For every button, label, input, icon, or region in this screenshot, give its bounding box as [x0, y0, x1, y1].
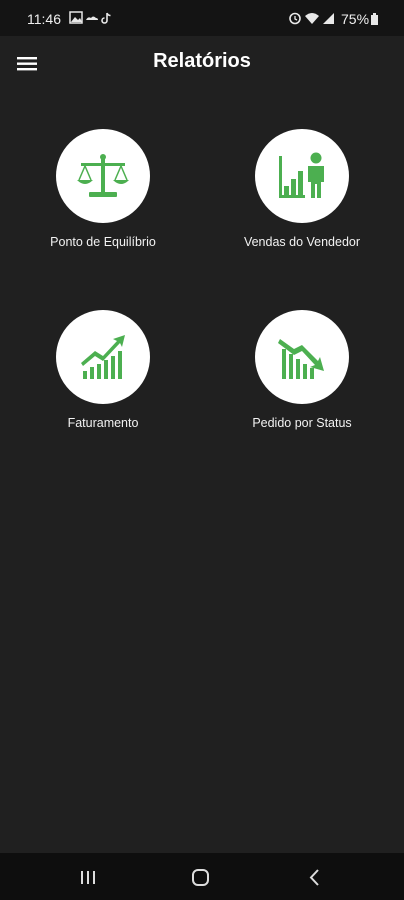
status-time: 11:46: [27, 11, 61, 27]
back-icon: [309, 869, 319, 886]
tiktok-icon: [101, 12, 111, 24]
alarm-icon: [289, 12, 301, 25]
page-title: Relatórios: [153, 50, 251, 72]
home-icon: [192, 869, 209, 886]
trend-down-icon: [278, 339, 324, 379]
battery-icon: [371, 13, 378, 25]
report-tile-pedido-status[interactable]: Pedido por Status: [212, 310, 392, 430]
recent-apps-button[interactable]: [77, 865, 99, 894]
battery-percentage: 75%: [341, 11, 370, 27]
back-button[interactable]: [304, 865, 326, 894]
balance-scale-icon: [77, 154, 129, 197]
trend-up-icon: [81, 335, 125, 379]
home-button[interactable]: [190, 865, 212, 894]
report-tile-faturamento[interactable]: Faturamento: [13, 310, 193, 430]
report-icon-circle: [56, 129, 150, 223]
status-right-icons: [288, 11, 340, 30]
report-icon-circle: [255, 310, 349, 404]
recent-apps-icon: [81, 871, 95, 884]
weather-icon: [86, 16, 98, 20]
report-label: Faturamento: [67, 416, 139, 430]
status-left-icons: [69, 11, 115, 30]
signal-icon: [323, 13, 334, 24]
report-label: Vendas do Vendedor: [243, 235, 361, 249]
status-bar: 11:46 75%: [0, 0, 404, 36]
report-tile-ponto-equilibrio[interactable]: Ponto de Equilíbrio: [13, 129, 193, 249]
wifi-icon: [305, 13, 319, 24]
report-icon-circle: [255, 129, 349, 223]
report-icon-circle: [56, 310, 150, 404]
seller-chart-icon: [279, 152, 324, 198]
report-label: Pedido por Status: [252, 416, 352, 430]
report-label: Ponto de Equilíbrio: [50, 235, 156, 249]
report-tile-vendas-vendedor[interactable]: Vendas do Vendedor: [212, 129, 392, 249]
image-icon: [69, 11, 83, 24]
